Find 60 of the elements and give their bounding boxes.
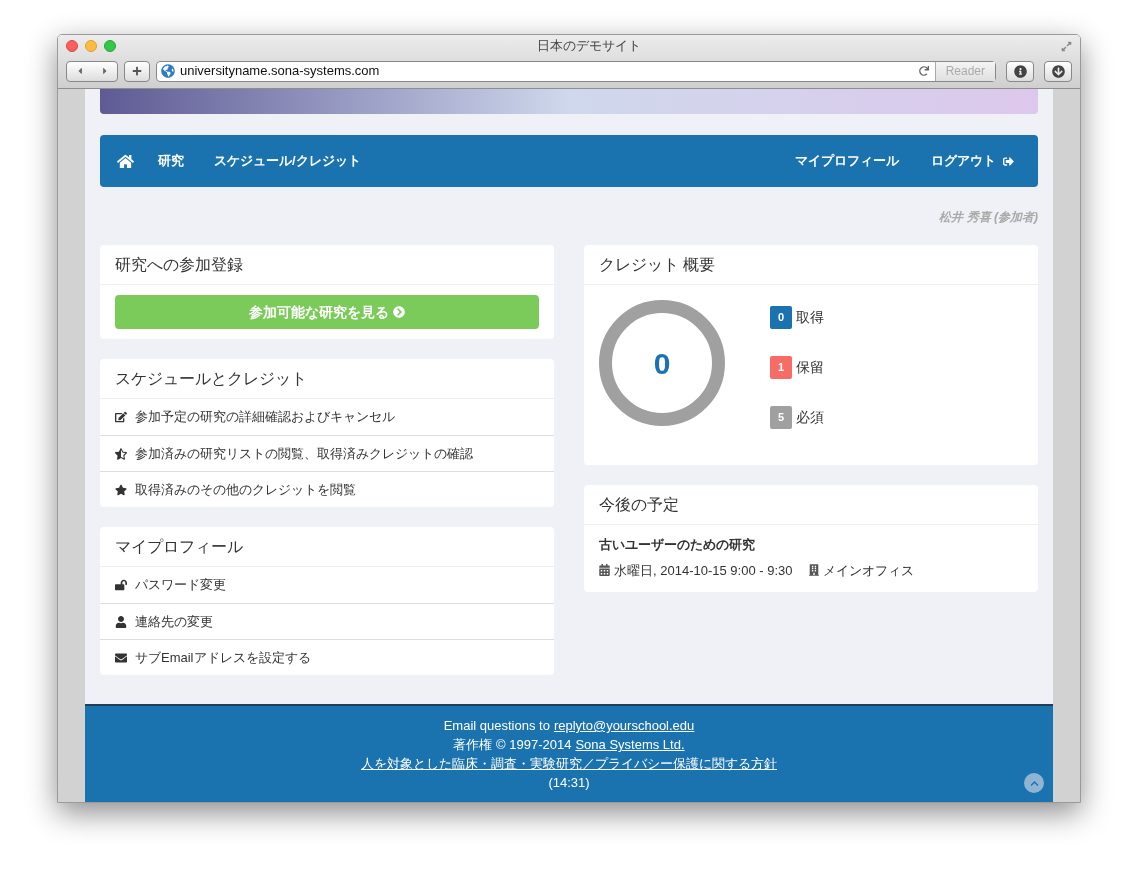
count-badge: 1 (770, 356, 792, 379)
info-button[interactable] (1006, 60, 1034, 82)
chevron-up-icon (1029, 778, 1039, 788)
download-icon (1051, 64, 1065, 78)
panel-link[interactable]: パスワード変更 (100, 567, 554, 603)
fullscreen-icon[interactable] (1061, 40, 1072, 52)
count-badge: 5 (770, 406, 792, 429)
panel-link[interactable]: 連絡先の変更 (100, 603, 554, 639)
count-badge: 0 (770, 306, 792, 329)
panel-link[interactable]: 参加済みの研究リストの閲覧、取得済みクレジットの確認 (100, 435, 554, 471)
edit-icon (115, 411, 127, 423)
unlock-icon (115, 579, 127, 591)
panel-title: クレジット 概要 (584, 245, 1038, 285)
info-icon (1013, 64, 1027, 78)
user-icon (115, 615, 127, 628)
time-text: (14:31) (548, 774, 590, 792)
legend-label: 保留 (796, 358, 824, 377)
home-icon (117, 152, 134, 170)
legend-label: 必須 (796, 408, 824, 427)
credit-total: 0 (653, 345, 671, 382)
nav-link[interactable]: マイプロフィール (779, 143, 915, 179)
nav-link[interactable]: スケジュール/クレジット (199, 143, 376, 179)
globe-icon (161, 64, 175, 78)
reload-icon[interactable] (918, 66, 929, 76)
close-window-button[interactable] (66, 40, 78, 52)
study-title: 古いユーザーのための研究 (599, 536, 756, 554)
study-time: 水曜日, 2014-10-15 9:00 - 9:30 (614, 561, 793, 580)
panel-link[interactable]: 取得済みのその他のクレジットを閲覧 (100, 471, 554, 507)
panel-title: マイプロフィール (100, 527, 554, 567)
logout-icon (1003, 155, 1014, 167)
panel-title: 研究への参加登録 (100, 245, 554, 285)
address-bar[interactable]: universityname.sona-systems.com Reader (156, 60, 996, 82)
contact-address-link[interactable]: replyto@yourschool.edu (553, 716, 695, 735)
policy-link[interactable]: 人を対象とした臨床・調査・実験研究／プライバシー保護に関する方針 (361, 754, 777, 773)
new-tab-button[interactable] (124, 60, 150, 82)
panel-title: 今後の予定 (584, 485, 1038, 525)
half-star-icon (115, 447, 127, 460)
footer-text: Email questions to (443, 717, 550, 735)
envelope-icon (115, 651, 127, 664)
url-text: universityname.sona-systems.com (180, 62, 381, 81)
user-name: 松井 秀喜 (参加者) (939, 209, 1038, 226)
window-title: 日本のデモサイト (535, 37, 642, 56)
star-icon (115, 483, 127, 496)
copyright-text: 著作権 © 1997-2014 (453, 736, 572, 754)
panel-link[interactable]: 参加予定の研究の詳細確認およびキャンセル (100, 399, 554, 435)
building-icon (808, 564, 819, 577)
minimize-window-button[interactable] (85, 40, 97, 52)
download-button[interactable] (1044, 60, 1072, 82)
zoom-window-button[interactable] (104, 40, 116, 52)
panel-title: スケジュールとクレジット (100, 359, 554, 399)
calendar-icon (599, 564, 610, 577)
back-forward-buttons[interactable] (66, 60, 118, 82)
nav-link[interactable]: ログアウト (915, 143, 1030, 179)
company-link[interactable]: Sona Systems Ltd. (575, 735, 685, 754)
study-location: メインオフィス (822, 561, 914, 580)
plus-icon (132, 66, 142, 76)
panel-link[interactable]: サブEmailアドレスを設定する (100, 639, 554, 675)
scroll-top-button[interactable] (1024, 773, 1044, 793)
nav-link[interactable]: 研究 (143, 143, 199, 179)
legend-label: 取得 (796, 308, 824, 327)
